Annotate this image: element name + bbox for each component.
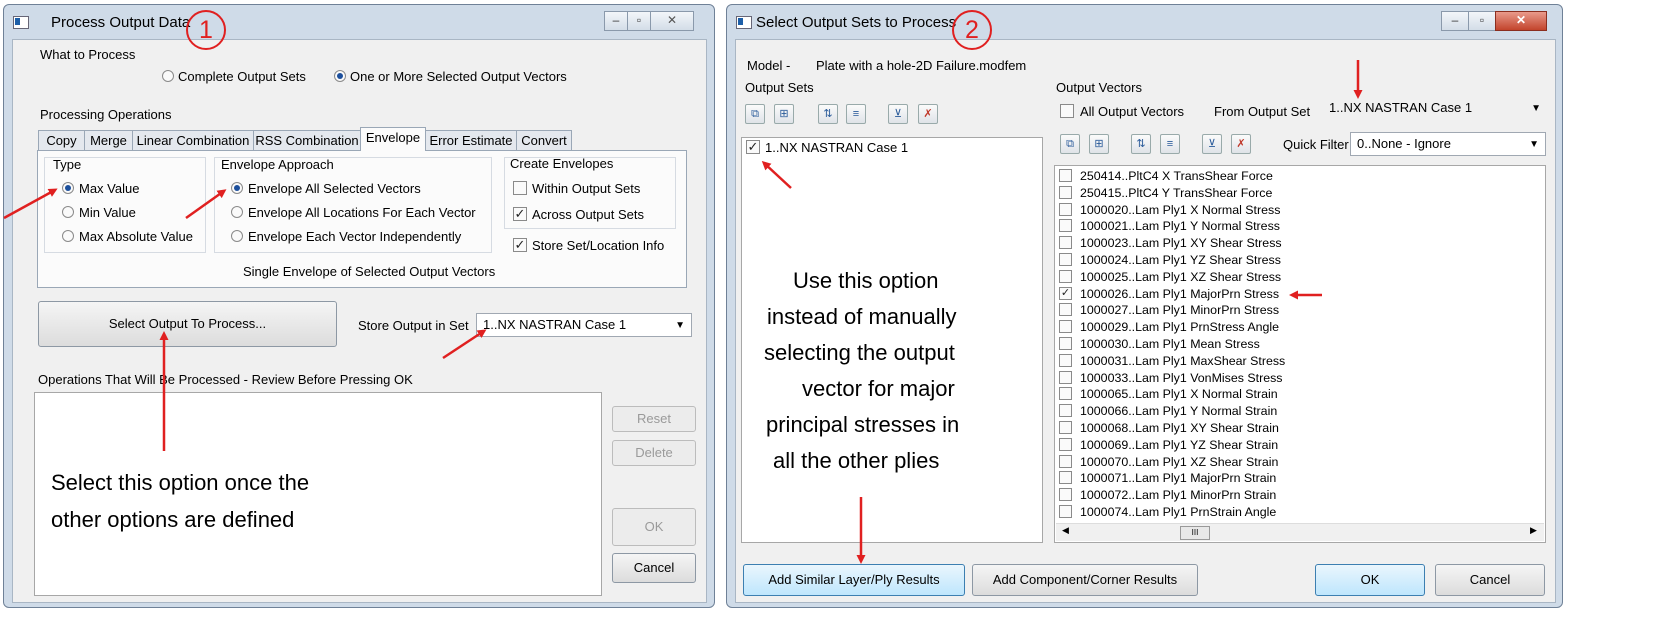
arrow-to-max-value <box>3 188 58 220</box>
arrow-to-store-output <box>442 329 487 360</box>
tab-envelope[interactable]: Envelope <box>360 127 426 151</box>
arrow-to-envelope-all-selected <box>185 189 227 220</box>
arrow-to-output-set <box>761 160 792 189</box>
annotation-arrows <box>3 60 1363 564</box>
